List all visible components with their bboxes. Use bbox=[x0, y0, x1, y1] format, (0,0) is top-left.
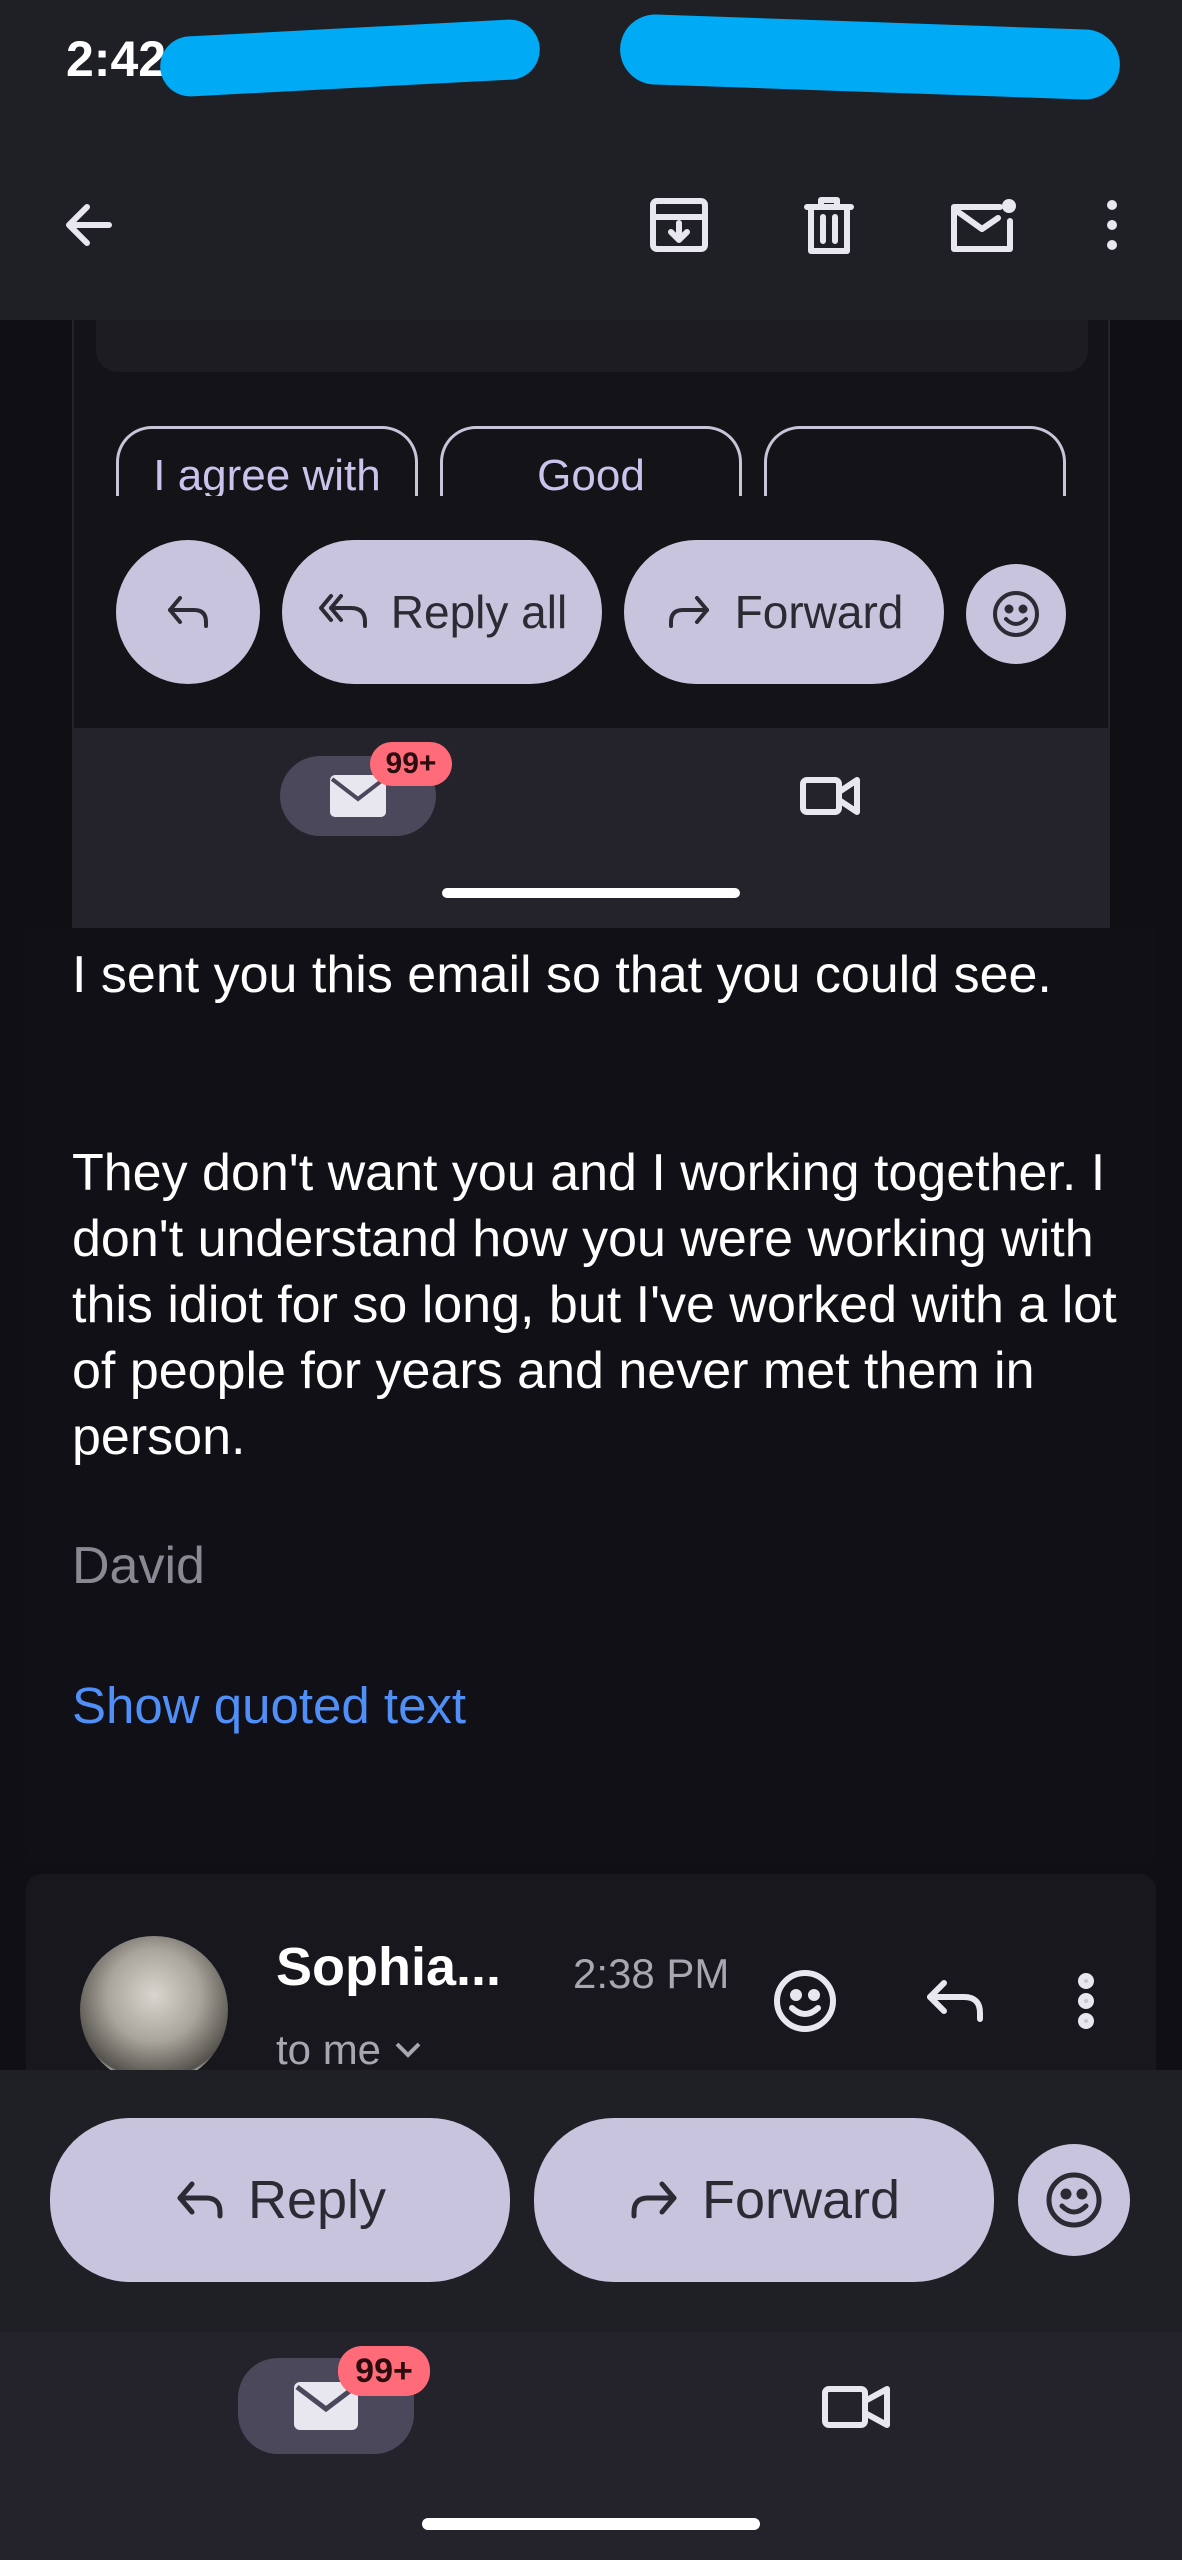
back-arrow-icon[interactable] bbox=[44, 180, 134, 270]
archive-icon[interactable] bbox=[634, 180, 724, 270]
home-indicator bbox=[422, 2518, 760, 2530]
reply-all-icon bbox=[318, 594, 367, 628]
emoji-icon bbox=[774, 1970, 836, 2032]
recipient-details[interactable]: to me bbox=[276, 2026, 423, 2074]
panel-emoji-button[interactable] bbox=[966, 564, 1066, 664]
panel-forward-button[interactable]: Forward bbox=[624, 540, 944, 684]
reply-icon bbox=[168, 596, 208, 628]
sender-name: Sophia... bbox=[276, 1937, 502, 1997]
chevron-down-icon bbox=[395, 2042, 421, 2058]
delete-icon[interactable] bbox=[784, 180, 874, 270]
smart-reply-chip[interactable]: Good bbox=[440, 426, 742, 496]
message-emoji-button[interactable] bbox=[760, 1956, 850, 2046]
meet-tab[interactable] bbox=[806, 2358, 906, 2454]
reply-label: Reply bbox=[247, 2170, 387, 2230]
status-time: 2:42 bbox=[66, 31, 167, 87]
panel-unread-badge: 99+ bbox=[370, 742, 452, 786]
emoji-icon bbox=[1046, 2172, 1102, 2228]
panel-meet-tab[interactable] bbox=[780, 756, 880, 836]
panel-reply-button[interactable] bbox=[116, 540, 260, 684]
forward-icon bbox=[668, 596, 709, 628]
forward-label: Forward bbox=[701, 2170, 901, 2230]
panel-reply-all-button[interactable]: Reply all bbox=[282, 540, 602, 684]
forward-label: Forward bbox=[734, 586, 904, 638]
email-signature: David bbox=[72, 1537, 205, 1595]
reply-all-label: Reply all bbox=[390, 586, 568, 638]
email-paragraph: I sent you this email so that you could … bbox=[72, 946, 1052, 1004]
embedded-bottom-nav bbox=[72, 728, 1110, 928]
show-quoted-text-link[interactable]: Show quoted text bbox=[72, 1676, 466, 1735]
email-paragraph: They don't want you and I working togeth… bbox=[72, 1144, 1117, 1466]
forward-icon bbox=[631, 2181, 677, 2219]
message-more-vert-icon[interactable] bbox=[1046, 1956, 1126, 2046]
forward-button[interactable]: Forward bbox=[534, 2118, 994, 2282]
mark-unread-icon[interactable] bbox=[934, 180, 1034, 270]
smart-reply-chip[interactable] bbox=[764, 426, 1066, 496]
reply-button[interactable]: Reply bbox=[50, 2118, 510, 2282]
smart-reply-chip[interactable]: I agree with bbox=[116, 426, 418, 496]
emoji-reaction-button[interactable] bbox=[1018, 2144, 1130, 2256]
message-time: 2:38 PM bbox=[573, 1950, 730, 1997]
video-camera-icon bbox=[800, 777, 860, 815]
video-camera-icon bbox=[822, 2386, 890, 2428]
reply-icon bbox=[177, 2181, 223, 2219]
more-vert-icon[interactable] bbox=[1070, 180, 1154, 270]
message-reply-button[interactable] bbox=[910, 1956, 1000, 2046]
panel-home-indicator bbox=[442, 888, 740, 898]
embedded-compose-field bbox=[96, 320, 1088, 372]
avatar[interactable] bbox=[80, 1936, 228, 2084]
reply-icon bbox=[927, 1980, 983, 2022]
recipient-label: to me bbox=[276, 2026, 382, 2073]
emoji-icon bbox=[993, 591, 1039, 637]
unread-count-badge: 99+ bbox=[338, 2346, 430, 2396]
